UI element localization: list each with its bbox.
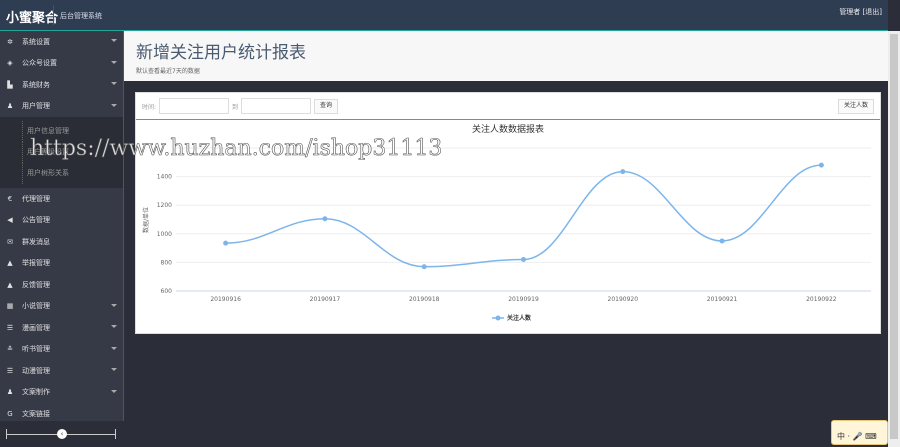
sidebar-item-label: 文案链接 [22,409,50,418]
legend-marker [495,315,501,321]
sidebar-item[interactable]: ✲ 系统设置 [0,31,123,53]
sidebar-item[interactable]: ≛ 听书管理 [0,339,123,361]
sidebar-item[interactable]: ☰ 动漫管理 [0,360,123,382]
chevron-down-icon [111,368,117,374]
chevron-down-icon [111,60,117,67]
system-subtitle: 后台管理系统 [60,12,102,20]
page-desc: 默认查看最近7天的数据 [136,68,200,75]
sidebar-item-label: 动漫管理 [22,366,50,375]
user-logout-link[interactable]: 管理者 [退出] [839,7,882,17]
x-tick-label: 20190917 [310,296,341,303]
x-tick-label: 20190918 [409,296,440,303]
top-header: 小蜜聚合 后台管理系统 管理者 [退出] [0,0,888,31]
list-icon: ☰ [6,366,14,375]
user-edit-icon: ♟ [6,388,14,397]
to-label: 到 [232,103,239,111]
chevron-down-icon [111,82,117,88]
query-button[interactable]: 查询 [314,98,339,114]
sidebar-collapse-slider[interactable]: ‹ [0,421,124,447]
sidebar-item-label: 听书管理 [22,345,50,354]
series-button[interactable]: 关注人数 [837,98,874,114]
chevron-down-icon [111,103,117,110]
sidebar-item-label: 系统财务 [22,80,50,89]
sidebar-item-label: 系统设置 [22,37,50,46]
envelope-icon: ✉ [7,237,13,246]
submenu-item[interactable]: 用户树形关系 [22,163,123,184]
legend-label: 关注人数 [507,314,532,322]
report-panel: 时间: 到 查询 关注人数 关注人数数据报表 600 800 1000 1200 1400… [135,92,881,334]
data-point [620,169,626,175]
x-tick-label: 20190919 [508,296,539,303]
logo: 小蜜聚合 [6,11,59,26]
page-scrollbar[interactable] [888,31,900,447]
y-tick-label: 1200 [157,202,172,209]
x-tick-label: 20190916 [210,296,241,303]
bullhorn-icon: ◀ [7,216,13,225]
y-axis-label: 数据/单位 [142,207,150,233]
data-point [719,238,725,244]
link-icon: G [7,409,13,418]
data-point [223,240,229,246]
sidebar-item[interactable]: ▲ 举报管理 [0,253,123,275]
chevron-down-icon [111,346,117,353]
sidebar-item-label: 小说管理 [22,302,50,311]
sidebar-item-label: 文案制作 [22,388,50,397]
y-tick-label: 600 [161,288,173,295]
sidebar-item[interactable]: € 代理管理 [0,188,123,210]
sidebar-item[interactable]: ◈ 公众号设置 [0,53,123,75]
sidebar-item[interactable]: ♟ 用户管理 [0,96,123,118]
y-tick-label: 800 [161,259,173,266]
end-date-input[interactable] [241,98,312,114]
data-point [421,264,427,270]
sidebar-item[interactable]: ▲ 反馈管理 [0,274,123,296]
sidebar-item-label: 举报管理 [22,259,50,268]
sidebar-item[interactable]: ▦ 小说管理 [0,296,123,318]
chevron-down-icon [111,325,117,331]
collapse-knob[interactable]: ‹ [57,429,67,439]
chart-title: 关注人数数据报表 [472,123,544,135]
bar-chart-icon: ▙ [7,80,13,89]
sidebar-item-label: 代理管理 [22,194,50,203]
chevron-down-icon [111,389,117,396]
watermark: https://www.huzhan.com/ishop31113 [30,136,443,162]
input-method-widget[interactable]: 中 · 🎤 ⌨ [831,420,888,445]
sidebar-item[interactable]: ♟ 文案制作 [0,382,123,404]
x-tick-label: 20190921 [707,296,738,303]
x-tick-label: 20190922 [806,296,837,303]
main-content: 新增关注用户统计报表 默认查看最近7天的数据 时间: 到 查询 关注人数 关注人… [124,31,888,447]
user-icon: ♟ [6,102,14,111]
sliders-icon: ≛ [7,345,13,354]
sidebar-item-label: 用户管理 [22,102,50,111]
x-tick-label: 20190920 [608,296,639,303]
sidebar-item-label: 群发消息 [22,237,50,246]
series-line [225,164,822,268]
y-tick-label: 1400 [157,174,172,181]
data-point [818,162,824,168]
sidebar-item-label: 公众号设置 [22,59,57,68]
sidebar-item[interactable]: ▙ 系统财务 [0,74,123,96]
sidebar-item[interactable]: ◀ 公告管理 [0,210,123,232]
warning-icon: ▲ [7,280,13,289]
grid-icon: ▦ [6,302,14,311]
warning-icon: ▲ [7,259,13,268]
divider [53,5,54,25]
time-label: 时间: [142,103,157,111]
data-point [521,257,526,263]
tags-icon: ◈ [7,59,13,68]
y-tick-label: 1000 [157,231,172,238]
list-icon: ☰ [6,323,14,332]
sidebar: ✲ 系统设置 ◈ 公众号设置 ▙ 系统财务 ♟ 用户管理 用户信息管理 用户等级设置 用户树形关系… [0,31,124,447]
page-title: 新增关注用户统计报表 [136,43,306,63]
chevron-down-icon [111,39,117,45]
euro-icon: € [7,194,13,203]
data-point [322,216,328,222]
gear-icon: ✲ [7,37,13,46]
sidebar-item[interactable]: ☰ 漫画管理 [0,317,123,339]
sidebar-item-label: 漫画管理 [22,323,50,332]
sidebar-item-label: 公告管理 [22,216,50,225]
start-date-input[interactable] [159,98,230,114]
chevron-down-icon [111,303,117,310]
sidebar-item-label: 反馈管理 [22,280,50,289]
sidebar-item[interactable]: ✉ 群发消息 [0,231,123,253]
